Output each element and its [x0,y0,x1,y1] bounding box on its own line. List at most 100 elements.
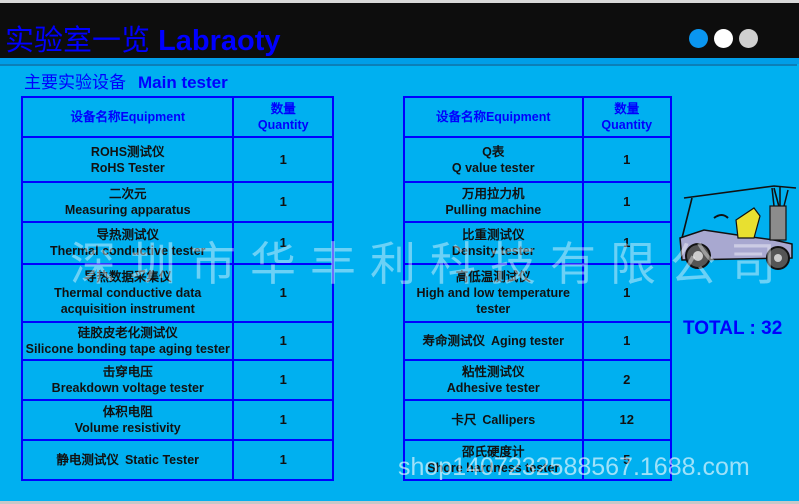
table-row: Q表 Q value tester 1 [403,136,672,183]
slide-dot-3[interactable] [739,29,758,48]
table-row: 二次元 Measuring apparatus 1 [20,181,334,223]
equipment-name-cell: 静电测试仪 Static Tester [20,439,235,481]
equipment-name-cell: 二次元 Measuring apparatus [20,181,235,223]
equipment-name-cell: 导热测试仪 Thermal conductive tester [20,221,235,265]
equipment-name-en: Measuring apparatus [64,203,191,217]
header-divider-shadow [0,64,797,66]
page-title-cn: 实验室一览 [5,25,151,57]
quantity-header-cn: 数量 [614,102,640,116]
equipment-name-cn: 导热数据采集仪 [83,270,172,284]
quantity-cell: 2 [581,359,672,401]
slide-dot-2[interactable] [714,29,733,48]
quantity-header-en: Quantity [601,118,653,132]
quantity-cell: 1 [232,359,334,401]
quantity-cell: 1 [232,136,334,183]
equipment-name-en: Q value tester [451,160,535,175]
table-row: 邵氏硬度计 Shore hardness tester 5 [403,439,672,481]
equipment-name-en: Static Tester [124,453,200,467]
table-row: 卡尺 Callipers 12 [403,399,672,441]
table-row: 寿命测试仪 Aging tester 1 [403,321,672,361]
equipment-name-en: Shore hardness tester [427,461,560,475]
page-title-en: Labraoty [158,25,281,57]
section-title-en: Main tester [138,73,228,92]
quantity-cell: 1 [581,321,672,361]
equipment-name-cn: 寿命测试仪 [422,334,486,348]
equipment-name-cn: 比重测试仪 [461,228,525,242]
equipment-name-cn: 静电测试仪 [56,453,119,467]
quantity-cell: 1 [581,221,672,265]
table-row: 高低温测试仪 High and low temperature tester 1 [403,263,672,323]
quantity-header-en: Quantity [257,118,309,132]
slide-indicator [689,29,758,48]
equipment-name-en: Density tester [451,244,535,258]
table-row: 硅胶皮老化测试仪 Silicone bonding tape aging test… [20,321,334,361]
equipment-name-cell: ROHS测试仪 RoHS Tester [20,136,235,183]
table-row: 粘性测试仪 Adhesive tester 2 [403,359,672,401]
table-row: 导热数据采集仪 Thermal conductive data acquisiti… [20,263,334,323]
equipment-name-cn: 卡尺 [451,413,477,427]
header-bar: 实验室一览 Labraoty [0,3,799,58]
equipment-name-cn: 邵氏硬度计 [461,445,525,459]
equipment-name-cell: 体积电阻 Volume resistivity [20,399,235,441]
quantity-cell: 1 [232,181,334,223]
equipment-name-cn: 硅胶皮老化测试仪 [77,326,178,340]
equipment-name-cn: 体积电阻 [102,405,153,419]
quantity-header: 数量 Quantity [232,96,334,138]
equipment-name-en: Breakdown voltage tester [51,381,204,395]
quantity-cell: 1 [581,263,672,323]
equipment-name-cell: 邵氏硬度计 Shore hardness tester [403,439,584,481]
equipment-name-cell: 卡尺 Callipers [403,399,584,441]
slide-dot-1[interactable] [689,29,708,48]
quantity-header-cn: 数量 [270,102,296,116]
section-title: 主要实验设备 Main tester [24,68,228,93]
equipment-name-cn: ROHS测试仪 [90,144,165,159]
quantity-cell: 5 [581,439,672,481]
equipment-name-cell: 寿命测试仪 Aging tester [403,321,584,361]
equipment-name-cell: 导热数据采集仪 Thermal conductive data acquisiti… [20,263,235,323]
quantity-header: 数量 Quantity [581,96,672,138]
equipment-table-right: 设备名称Equipment 数量 Quantity Q表 Q value teste… [403,96,672,481]
quantity-cell: 1 [581,136,672,183]
equipment-name-en: Thermal conductive tester [49,244,206,258]
equipment-name-cell: 万用拉力机 Pulling machine [403,181,584,223]
equipment-name-en: RoHS Tester [90,160,165,175]
equipment-name-cell: 比重测试仪 Density tester [403,221,584,265]
equipment-name-en: Adhesive tester [446,381,540,395]
equipment-name-en: Pulling machine [445,203,542,217]
table-row: 体积电阻 Volume resistivity 1 [20,399,334,441]
total-separator: : [749,318,756,339]
equipment-header: 设备名称Equipment [403,96,584,138]
equipment-name-cn: 导热测试仪 [96,228,159,242]
equipment-name-en: Thermal conductive data acquisition inst… [54,286,202,316]
total-value: 32 [761,318,783,339]
equipment-name-cn: 击穿电压 [102,365,153,379]
table-row: 万用拉力机 Pulling machine 1 [403,181,672,223]
equipment-table-left: 设备名称Equipment 数量 Quantity ROHS测试仪 RoHS Tes… [20,96,334,481]
quantity-cell: 1 [581,181,672,223]
golf-cart-image [679,185,797,270]
quantity-cell: 1 [232,321,334,361]
equipment-name-cn: 粘性测试仪 [461,365,525,379]
quantity-cell: 12 [581,399,672,441]
equipment-name-en: Callipers [482,413,536,427]
equipment-name-cell: 粘性测试仪 Adhesive tester [403,359,584,401]
equipment-name-en: High and low temperature tester [416,286,571,316]
equipment-name-en: Volume resistivity [74,421,181,435]
table-row: 导热测试仪 Thermal conductive tester 1 [20,221,334,265]
equipment-name-cn: 高低温测试仪 [455,270,531,284]
total-count: TOTAL : 32 [683,318,782,340]
quantity-cell: 1 [232,263,334,323]
table-header-row: 设备名称Equipment 数量 Quantity [20,96,334,138]
page-title: 实验室一览 Labraoty [5,17,281,59]
section-title-cn: 主要实验设备 [24,73,126,92]
quantity-cell: 1 [232,221,334,265]
equipment-name-cn: 二次元 [108,187,147,201]
quantity-cell: 1 [232,399,334,441]
equipment-name-cell: 硅胶皮老化测试仪 Silicone bonding tape aging test… [20,321,235,361]
table-row: ROHS测试仪 RoHS Tester 1 [20,136,334,183]
equipment-name-cn: 万用拉力机 [461,187,525,201]
table-row: 击穿电压 Breakdown voltage tester 1 [20,359,334,401]
quantity-cell: 1 [232,439,334,481]
equipment-name-cell: 高低温测试仪 High and low temperature tester [403,263,584,323]
table-row: 静电测试仪 Static Tester 1 [20,439,334,481]
